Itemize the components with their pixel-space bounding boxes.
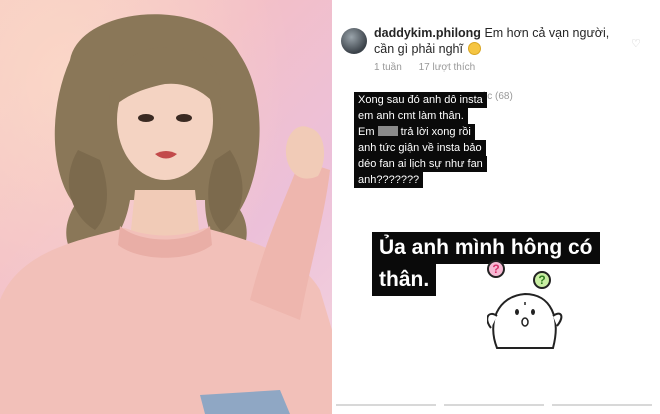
heart-icon[interactable]: ♡	[631, 37, 641, 50]
comment-likes[interactable]: 17 lượt thích	[419, 62, 476, 73]
comment-meta: 1 tuần 17 lượt thích	[374, 62, 489, 73]
caption-line: em anh cmt làm thân.	[354, 108, 468, 124]
comment-time: 1 tuần	[374, 62, 402, 73]
caption-fragment: trả lời xong rồi	[397, 126, 471, 138]
confused-sticker: ? ?	[469, 250, 579, 380]
caption-line: déo fan ai lịch sự như fan	[354, 156, 487, 172]
photo-panel	[0, 0, 332, 414]
caption-line: anh tức giận về insta bảo	[354, 140, 486, 156]
redaction-block	[377, 126, 398, 136]
question-bubble-icon: ?	[487, 260, 505, 278]
portrait-photo	[0, 14, 332, 414]
story-progress-bar	[336, 404, 652, 406]
question-bubble-icon: ?	[533, 271, 551, 289]
caption-line: anh???????	[354, 172, 424, 188]
caption-line: Xong sau đó anh dô insta	[354, 92, 487, 108]
comment-username[interactable]: daddykim.philong	[374, 26, 481, 40]
smirk-emoji-icon	[468, 42, 482, 55]
instagram-screenshot-panel: daddykim.philong Em hơn cả vạn người, cầ…	[336, 0, 660, 414]
big-caption-line: thân.	[372, 264, 437, 296]
caption-line-redacted: Em trả lời xong rồi	[354, 124, 475, 140]
blob-character-icon	[487, 292, 563, 349]
caption-fragment: Em	[358, 126, 378, 138]
instagram-comment: daddykim.philong Em hơn cả vạn người, cầ…	[336, 0, 660, 90]
comment-text: daddykim.philong Em hơn cả vạn người, cầ…	[374, 25, 629, 57]
avatar[interactable]	[341, 28, 367, 54]
story-caption: Xong sau đó anh dô insta em anh cmt làm …	[354, 92, 487, 188]
